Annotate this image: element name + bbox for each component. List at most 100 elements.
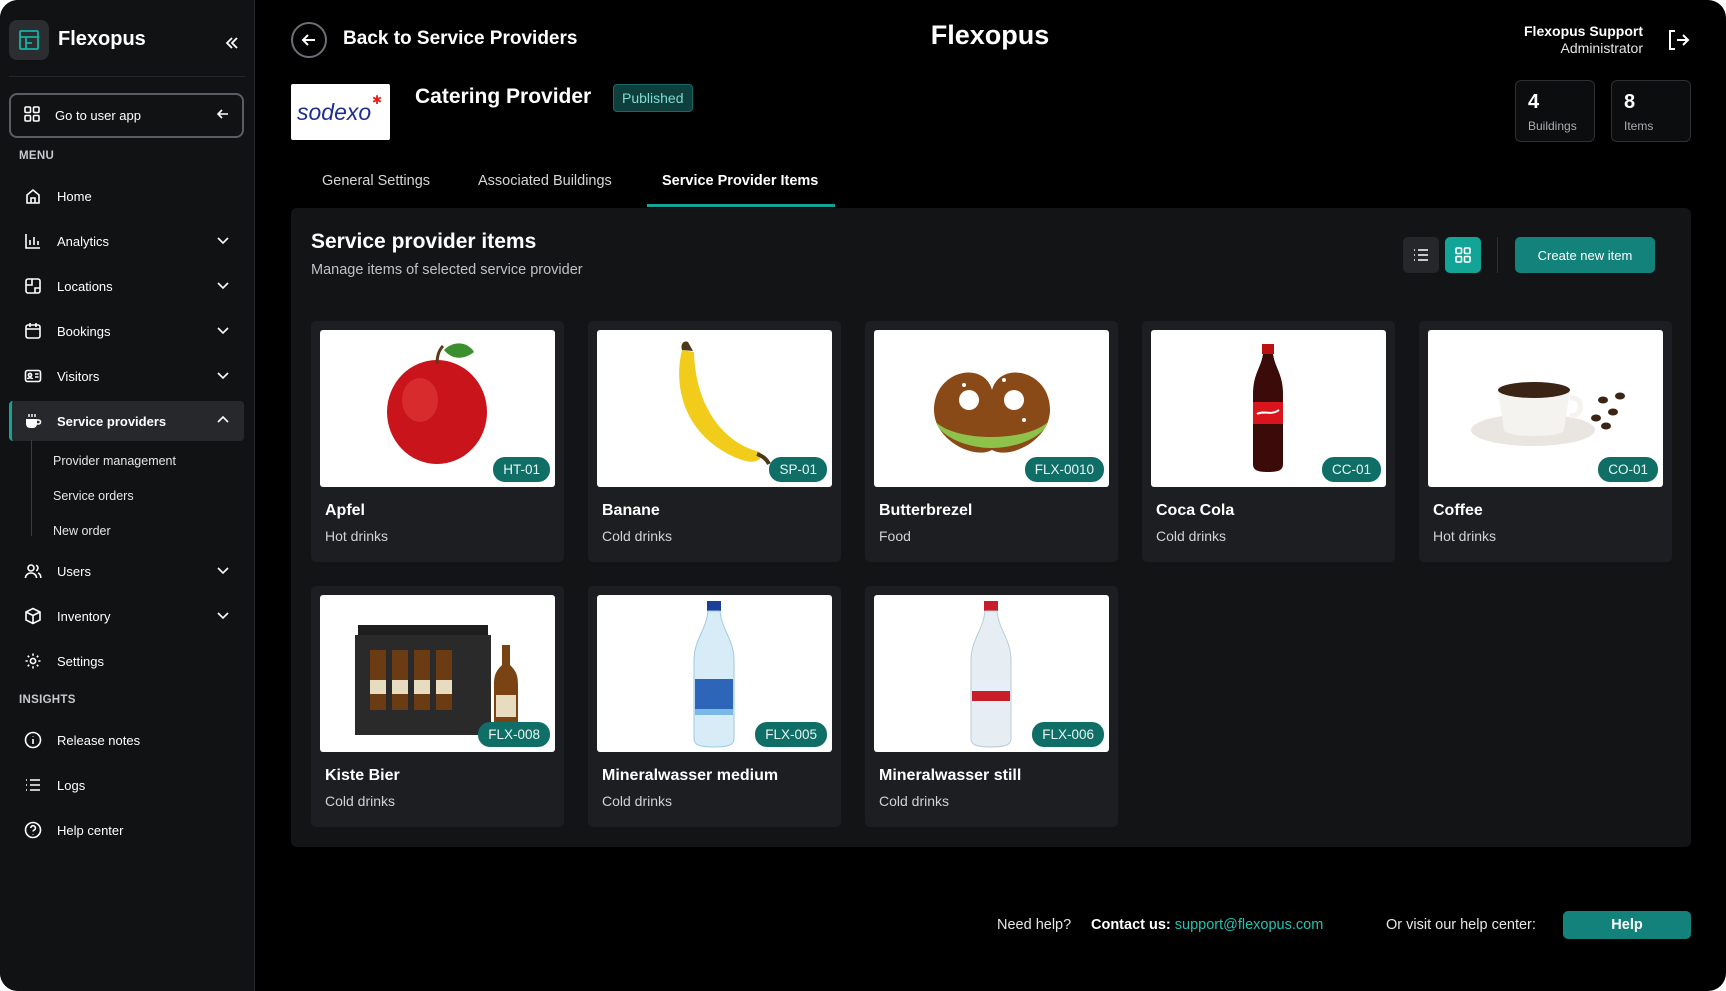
- banana-image: SP-01: [597, 330, 832, 487]
- sidebar-item-label: Home: [57, 188, 92, 204]
- tab-associated-buildings[interactable]: Associated Buildings: [478, 173, 612, 189]
- active-tab-indicator: [647, 204, 835, 207]
- item-category: Cold drinks: [879, 793, 950, 809]
- bar-chart-icon: [23, 231, 43, 251]
- provider-logo: sodexo ✱: [291, 84, 390, 140]
- arrow-left-icon: [216, 107, 230, 124]
- item-code-badge: FLX-0010: [1024, 457, 1104, 482]
- floorplan-icon: [23, 276, 43, 296]
- item-name: Mineralwasser medium: [602, 767, 779, 784]
- list-icon: [1414, 249, 1428, 261]
- contact-us: Contact us: support@flexopus.com: [1091, 917, 1323, 933]
- users-icon: [23, 561, 43, 581]
- divider: [9, 76, 245, 77]
- sidebar-item-help-center[interactable]: Help center: [9, 810, 244, 850]
- item-card[interactable]: FLX-005 Mineralwasser medium Cold drinks: [588, 586, 841, 827]
- item-card[interactable]: FLX-006 Mineralwasser still Cold drinks: [865, 586, 1118, 827]
- sidebar-item-label: Bookings: [57, 323, 111, 339]
- item-name: Coca Cola: [1156, 502, 1235, 519]
- user-name: Flexopus Support: [1524, 23, 1643, 39]
- sidebar-item-release-notes[interactable]: Release notes: [9, 720, 244, 760]
- sidebar-item-users[interactable]: Users: [9, 551, 244, 591]
- sidebar-subitem-new-order[interactable]: New order: [53, 524, 111, 538]
- beer-crate-image: FLX-008: [320, 595, 555, 752]
- sidebar-subitem-provider-management[interactable]: Provider management: [53, 454, 176, 468]
- brand-name: Flexopus: [58, 28, 146, 50]
- item-card[interactable]: FLX-0010 Butterbrezel Food: [865, 321, 1118, 562]
- item-category: Hot drinks: [325, 528, 389, 544]
- item-card[interactable]: CO-01 Coffee Hot drinks: [1419, 321, 1672, 562]
- item-name: Kiste Bier: [325, 767, 400, 784]
- stat-buildings: 4 Buildings: [1515, 80, 1595, 142]
- go-to-user-app-label: Go to user app: [55, 108, 141, 123]
- go-to-user-app-button[interactable]: Go to user app: [9, 93, 244, 138]
- item-code-badge: CO-01: [1598, 457, 1658, 482]
- sidebar-item-logs[interactable]: Logs: [9, 765, 244, 805]
- sidebar-item-analytics[interactable]: Analytics: [9, 221, 244, 261]
- divider: [1497, 237, 1498, 273]
- cola-bottle-image: CC-01: [1151, 330, 1386, 487]
- panel-title: Service provider items: [311, 230, 537, 253]
- sidebar-item-label: Settings: [57, 653, 104, 669]
- item-category: Cold drinks: [1156, 528, 1227, 544]
- sidebar-item-visitors[interactable]: Visitors: [9, 356, 244, 396]
- tab-service-provider-items[interactable]: Service Provider Items: [662, 173, 818, 189]
- item-name: Butterbrezel: [879, 502, 973, 519]
- menu-section-label: MENU: [19, 150, 55, 162]
- sidebar-item-label: Logs: [57, 777, 86, 793]
- sidebar-item-service-providers[interactable]: Service providers: [9, 401, 244, 441]
- item-category: Hot drinks: [1433, 528, 1497, 544]
- sidebar-item-label: Service providers: [57, 413, 167, 429]
- sidebar-item-home[interactable]: Home: [9, 176, 244, 216]
- sidebar-subitem-service-orders[interactable]: Service orders: [53, 489, 134, 503]
- item-code-badge: FLX-008: [478, 722, 550, 747]
- item-card[interactable]: CC-01 Coca Cola Cold drinks: [1142, 321, 1395, 562]
- chevron-down-icon: [216, 278, 230, 295]
- chevron-down-icon: [216, 233, 230, 250]
- tab-general-settings[interactable]: General Settings: [322, 173, 430, 189]
- stat-value: 8: [1624, 91, 1636, 113]
- sidebar-item-label: Analytics: [57, 233, 110, 249]
- sidebar-item-label: Help center: [57, 822, 124, 838]
- chevron-down-icon: [216, 368, 230, 385]
- create-new-item-button[interactable]: Create new item: [1515, 237, 1655, 273]
- need-help-text: Need help?: [997, 917, 1072, 933]
- flexopus-logo-icon: [9, 20, 49, 60]
- list-icon: [23, 775, 43, 795]
- stat-label: Items: [1624, 119, 1654, 133]
- chevron-down-icon: [216, 323, 230, 340]
- sidebar-item-bookings[interactable]: Bookings: [9, 311, 244, 351]
- sidebar-item-inventory[interactable]: Inventory: [9, 596, 244, 636]
- pretzel-image: FLX-0010: [874, 330, 1109, 487]
- support-email-link[interactable]: support@flexopus.com: [1175, 917, 1324, 933]
- item-name: Banane: [602, 502, 660, 519]
- item-card[interactable]: FLX-008 Kiste Bier Cold drinks: [311, 586, 564, 827]
- logout-icon[interactable]: [1665, 27, 1693, 53]
- item-card[interactable]: SP-01 Banane Cold drinks: [588, 321, 841, 562]
- chevron-down-icon: [216, 563, 230, 580]
- sidebar-item-locations[interactable]: Locations: [9, 266, 244, 306]
- item-card[interactable]: HT-01 Apfel Hot drinks: [311, 321, 564, 562]
- grid-icon: [1455, 247, 1471, 263]
- insights-section-label: INSIGHTS: [19, 694, 76, 706]
- item-code-badge: HT-01: [493, 457, 550, 482]
- item-code-badge: SP-01: [769, 457, 827, 482]
- item-code-badge: FLX-006: [1032, 722, 1104, 747]
- app-window: Flexopus Go to user app MENU Home Analyt…: [0, 0, 1726, 991]
- item-name: Apfel: [325, 502, 365, 519]
- help-button[interactable]: Help: [1563, 911, 1691, 939]
- calendar-icon: [23, 321, 43, 341]
- id-card-icon: [23, 366, 43, 386]
- grid-view-button[interactable]: [1445, 237, 1481, 273]
- list-view-button[interactable]: [1403, 237, 1439, 273]
- collapse-sidebar-icon[interactable]: [219, 30, 245, 56]
- gear-icon: [23, 651, 43, 671]
- back-button[interactable]: [291, 22, 327, 58]
- app-title: Flexopus: [930, 20, 1050, 50]
- item-name: Mineralwasser still: [879, 767, 1022, 784]
- sidebar-item-settings[interactable]: Settings: [9, 641, 244, 681]
- water-bottle-image: FLX-005: [597, 595, 832, 752]
- back-to-service-providers-link[interactable]: Back to Service Providers: [343, 28, 577, 50]
- sidebar-item-label: Inventory: [57, 608, 111, 624]
- provider-logo-text: sodexo: [297, 99, 371, 125]
